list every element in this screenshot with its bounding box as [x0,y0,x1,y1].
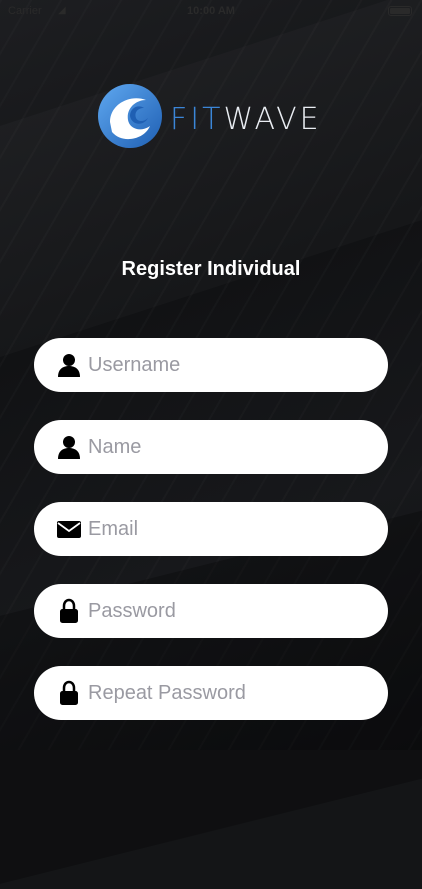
username-field[interactable]: Username [34,338,388,392]
person-icon [58,354,80,377]
username-placeholder: Username [88,354,181,376]
password-field[interactable]: Password [34,584,388,638]
repeat-password-placeholder: Repeat Password [88,682,246,704]
name-placeholder: Name [88,436,142,458]
logo-wordmark: FITWAVE [170,102,322,137]
name-field[interactable]: Name [34,420,388,474]
email-placeholder: Email [88,518,139,540]
status-time: 10:00 AM [187,5,235,17]
repeat-password-field[interactable]: Repeat Password [34,666,388,720]
password-placeholder: Password [88,600,176,622]
logo-word-wave: WAVE [223,102,322,137]
envelope-icon [57,521,81,538]
person-icon [58,436,80,459]
email-field[interactable]: Email [34,502,388,556]
wave-logo-icon [98,84,162,148]
lock-icon [60,680,78,705]
status-bar: Carrier ◢ 10:00 AM [0,0,422,22]
page-title: Register Individual [121,258,301,280]
fitwave-logo: FITWAVE [96,82,336,152]
background-shade [0,0,422,367]
logo-word-fit: FIT [170,102,224,137]
lock-icon [60,598,78,623]
battery-icon [388,6,412,16]
